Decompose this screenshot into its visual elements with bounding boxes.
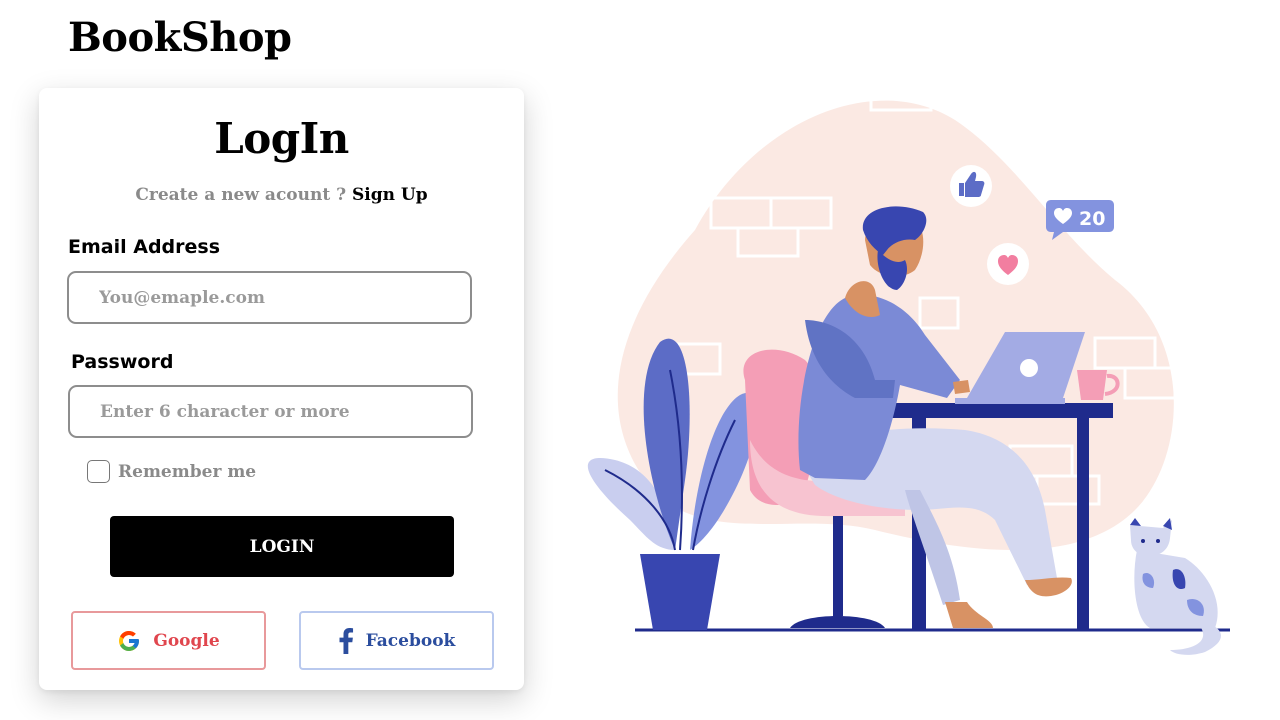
remember-me-row: Remember me xyxy=(87,460,256,483)
login-button[interactable]: LOGIN xyxy=(110,516,454,577)
remember-me-label[interactable]: Remember me xyxy=(118,462,256,482)
facebook-button-label: Facebook xyxy=(365,630,456,651)
heart-bubble xyxy=(987,243,1029,285)
signup-prompt-text: Create a new acount ? xyxy=(135,185,347,205)
thumbs-up-bubble xyxy=(950,165,992,207)
remember-me-checkbox[interactable] xyxy=(87,460,110,483)
login-card: LogIn Create a new acount ? Sign Up Emai… xyxy=(39,88,524,690)
likes-count: 20 xyxy=(1079,208,1105,230)
login-title: LogIn xyxy=(214,114,349,163)
google-icon xyxy=(119,630,140,651)
facebook-login-button[interactable]: Facebook xyxy=(299,611,494,670)
cat xyxy=(1130,518,1222,655)
google-button-label: Google xyxy=(153,630,220,651)
password-input[interactable] xyxy=(68,385,473,438)
likes-badge: 20 xyxy=(1046,200,1114,240)
login-page: BookShop LogIn Create a new acount ? Sig… xyxy=(0,0,1280,720)
password-label: Password xyxy=(71,351,174,373)
facebook-icon xyxy=(339,627,353,654)
email-input[interactable] xyxy=(67,271,472,324)
email-label: Email Address xyxy=(68,236,221,258)
google-login-button[interactable]: Google xyxy=(71,611,266,670)
plant-pot xyxy=(640,554,720,630)
signup-link[interactable]: Sign Up xyxy=(352,185,428,205)
illustration: 20 xyxy=(587,86,1230,655)
brand-logo[interactable]: BookShop xyxy=(68,14,292,61)
signup-prompt-line: Create a new acount ? Sign Up xyxy=(39,185,524,205)
